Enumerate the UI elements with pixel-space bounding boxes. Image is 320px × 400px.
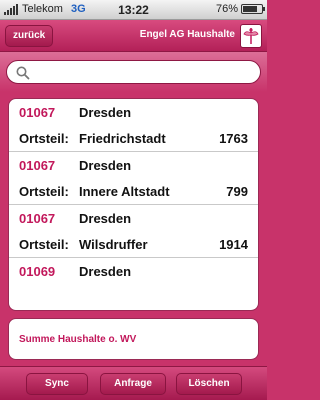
- item-header: 01067 Dresden: [19, 152, 248, 178]
- district-label: Ortsteil:: [19, 130, 69, 146]
- page-title: Engel AG Haushalte: [139, 29, 235, 40]
- search-input[interactable]: [6, 60, 261, 84]
- city: Dresden: [79, 263, 132, 279]
- district: Friedrichstadt: [79, 130, 166, 146]
- delete-button[interactable]: Löschen: [176, 373, 242, 395]
- battery-fill: [243, 6, 257, 12]
- logo-icon: [240, 24, 262, 48]
- postal-code: 01067: [19, 210, 56, 226]
- request-button[interactable]: Anfrage: [100, 373, 166, 395]
- district: Wilsdruffer: [79, 236, 148, 252]
- bottom-toolbar: Sync Anfrage Löschen: [0, 366, 267, 400]
- item-header: 01069 Dresden: [19, 258, 248, 284]
- item-detail: Ortsteil: Wilsdruffer 1914: [19, 231, 248, 257]
- household-count: 799: [226, 183, 248, 199]
- postal-code: 01067: [19, 104, 56, 120]
- item-detail: Ortsteil: Friedrichstadt 1763: [19, 125, 248, 151]
- item-header: 01067 Dresden: [19, 205, 248, 231]
- battery-icon: [241, 4, 265, 14]
- status-bar: Telekom 3G 13:22 76%: [0, 0, 267, 20]
- back-button[interactable]: zurück: [5, 25, 54, 47]
- item-detail: Ortsteil: Innere Altstadt 799: [19, 178, 248, 204]
- list-item[interactable]: 01067 Dresden Ortsteil: Wilsdruffer 1914: [9, 205, 258, 258]
- summary-label: Summe Haushalte o. WV: [19, 333, 137, 345]
- status-right: 76%: [215, 3, 265, 15]
- sync-button[interactable]: Sync: [26, 373, 88, 395]
- household-count: 1914: [219, 236, 248, 252]
- household-list: 01067 Dresden Ortsteil: Friedrichstadt 1…: [8, 98, 259, 311]
- battery-percent: 76%: [215, 3, 238, 15]
- search-icon: [16, 66, 30, 80]
- search-bar: [0, 52, 267, 92]
- city: Dresden: [79, 157, 132, 173]
- summary-box: Summe Haushalte o. WV: [8, 318, 259, 360]
- list-item[interactable]: 01069 Dresden: [9, 258, 258, 284]
- household-count: 1763: [219, 130, 248, 146]
- city: Dresden: [79, 210, 132, 226]
- logo-glyph: [243, 28, 259, 44]
- city: Dresden: [79, 104, 132, 120]
- list-item[interactable]: 01067 Dresden Ortsteil: Innere Altstadt …: [9, 152, 258, 205]
- item-header: 01067 Dresden: [19, 99, 248, 125]
- postal-code: 01069: [19, 263, 56, 279]
- navigation-bar: zurück Engel AG Haushalte: [0, 20, 267, 52]
- postal-code: 01067: [19, 157, 56, 173]
- list-item[interactable]: 01067 Dresden Ortsteil: Friedrichstadt 1…: [9, 99, 258, 152]
- district: Innere Altstadt: [79, 183, 170, 199]
- district-label: Ortsteil:: [19, 183, 69, 199]
- district-label: Ortsteil:: [19, 236, 69, 252]
